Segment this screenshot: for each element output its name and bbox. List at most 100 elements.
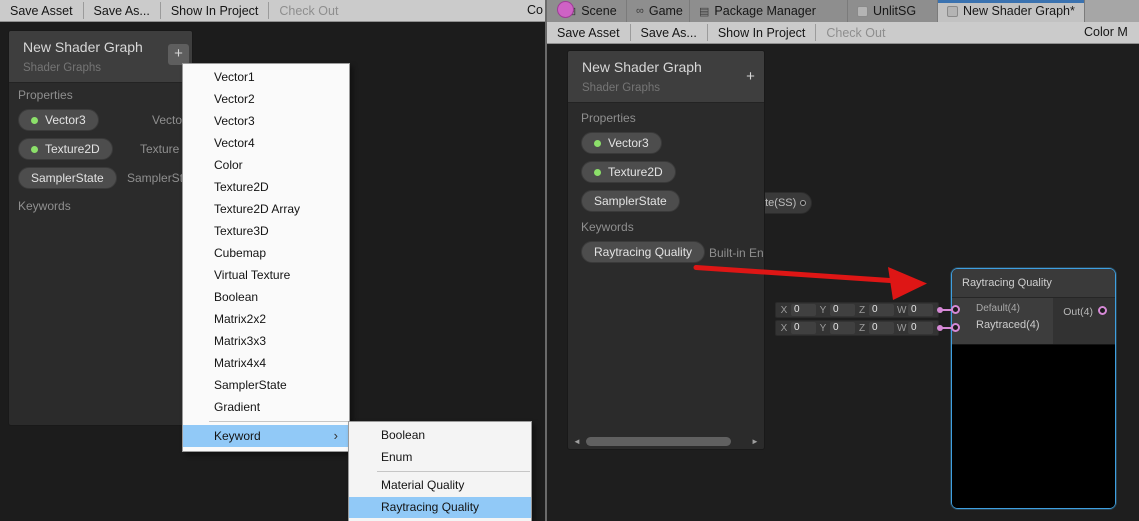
menu-item-boolean[interactable]: Boolean	[183, 286, 349, 308]
menu-item-vector1[interactable]: Vector1	[183, 66, 349, 88]
menu-item-gradient[interactable]: Gradient	[183, 396, 349, 418]
blackboard-title: New Shader Graph	[582, 59, 752, 75]
exposed-dot-icon	[594, 169, 601, 176]
check-out-button[interactable]: Check Out	[816, 22, 895, 43]
scrollbar-thumb[interactable]	[586, 437, 731, 446]
node-title: Raytracing Quality	[952, 269, 1115, 298]
raytracing-quality-node[interactable]: Raytracing Quality Default(4) Raytraced(…	[951, 268, 1116, 509]
menu-item-texture2d-array[interactable]: Texture2D Array	[183, 198, 349, 220]
color-mode-label-clipped: Color M	[1084, 22, 1128, 43]
save-asset-button[interactable]: Save Asset	[547, 22, 630, 43]
game-gamepad-icon: ∞	[636, 5, 644, 17]
color-mode-label-clipped: Co	[527, 0, 543, 21]
show-in-project-button[interactable]: Show In Project	[708, 22, 816, 43]
property-pill-texture2d[interactable]: Texture2D	[581, 161, 676, 183]
vector4-field-row-raytraced: X 0 Y 0 Z 0 W 0	[775, 320, 939, 336]
tab-package-manager[interactable]: ▤ Package Manager	[690, 0, 848, 22]
input-port-label-raytraced: Raytraced(4)	[976, 319, 1040, 331]
tab-unlitsg[interactable]: UnlitSG	[848, 0, 938, 22]
menu-item-cubemap[interactable]: Cubemap	[183, 242, 349, 264]
keywords-section-label: Keywords	[581, 220, 634, 234]
vector4-field-row-default: X 0 Y 0 Z 0 W 0	[775, 302, 939, 318]
w-input[interactable]: 0	[908, 322, 933, 334]
save-as-button[interactable]: Save As...	[84, 0, 160, 21]
property-pill-label: SamplerState	[594, 194, 667, 208]
y-input[interactable]: 0	[830, 304, 855, 316]
pink-cursor-dot	[557, 1, 574, 18]
shader-graph-asset-icon	[857, 6, 868, 17]
x-label: X	[780, 323, 788, 334]
keywords-section-label: Keywords	[18, 199, 71, 213]
tab-new-shader-graph[interactable]: New Shader Graph*	[938, 0, 1085, 22]
menu-item-matrix2x2[interactable]: Matrix2x2	[183, 308, 349, 330]
node-preview-area	[952, 345, 1115, 508]
left-blackboard-header: New Shader Graph Shader Graphs	[9, 31, 192, 83]
z-input[interactable]: 0	[869, 304, 894, 316]
property-pill-label: Vector3	[45, 113, 86, 127]
w-input[interactable]: 0	[908, 304, 933, 316]
submenu-item-raytracing-quality[interactable]: Raytracing Quality	[349, 497, 531, 519]
exposed-dot-icon	[31, 146, 38, 153]
z-label: Z	[858, 305, 866, 316]
tab-label: Package Manager	[714, 4, 815, 18]
menu-item-texture2d[interactable]: Texture2D	[183, 176, 349, 198]
tab-label: UnlitSG	[873, 4, 916, 18]
menu-item-vector3[interactable]: Vector3	[183, 110, 349, 132]
property-pill-texture2d[interactable]: Texture2D	[18, 138, 113, 160]
submenu-item-boolean[interactable]: Boolean	[349, 425, 531, 447]
menu-item-keyword[interactable]: Keyword ›	[183, 425, 349, 447]
z-input[interactable]: 0	[869, 322, 894, 334]
y-label: Y	[819, 323, 827, 334]
menu-item-virtual-texture[interactable]: Virtual Texture	[183, 264, 349, 286]
tab-label: New Shader Graph*	[963, 4, 1075, 18]
show-in-project-button[interactable]: Show In Project	[161, 0, 269, 21]
menu-item-color[interactable]: Color	[183, 154, 349, 176]
scroll-right-icon[interactable]: ►	[749, 437, 761, 446]
right-graph-canvas[interactable]: ate(SS) New Shader Graph Shader Graphs +…	[547, 44, 1139, 521]
submenu-item-enum[interactable]: Enum	[349, 447, 531, 469]
exposed-dot-icon	[31, 117, 38, 124]
menu-item-label: Keyword	[214, 425, 261, 447]
keyword-submenu: Boolean Enum Material Quality Raytracing…	[348, 421, 532, 521]
right-unity-window: ⊞ Scene ∞ Game ▤ Package Manager UnlitSG…	[545, 0, 1139, 521]
property-pill-samplerstate[interactable]: SamplerState	[581, 190, 680, 212]
y-input[interactable]: 0	[830, 322, 855, 334]
save-as-button[interactable]: Save As...	[631, 22, 707, 43]
menu-item-samplerstate[interactable]: SamplerState	[183, 374, 349, 396]
property-pill-vector3[interactable]: Vector3	[581, 132, 662, 154]
menu-item-matrix3x3[interactable]: Matrix3x3	[183, 330, 349, 352]
exposed-dot-icon	[594, 140, 601, 147]
x-input[interactable]: 0	[791, 304, 816, 316]
check-out-button[interactable]: Check Out	[269, 0, 348, 21]
node-ports-area: Default(4) Raytraced(4) Out(4)	[952, 298, 1115, 345]
input-port-label-default: Default(4)	[976, 303, 1020, 314]
output-port-icon[interactable]	[800, 200, 806, 206]
scrollbar-track[interactable]	[583, 436, 749, 446]
submenu-item-material-quality[interactable]: Material Quality	[349, 475, 531, 497]
keyword-pill-raytracing-quality[interactable]: Raytracing Quality	[581, 241, 705, 263]
property-pill-vector3[interactable]: Vector3	[18, 109, 99, 131]
tab-label: Game	[649, 4, 683, 18]
menu-item-texture3d[interactable]: Texture3D	[183, 220, 349, 242]
input-port-raytraced-icon[interactable]	[951, 323, 960, 332]
tab-bar: ⊞ Scene ∞ Game ▤ Package Manager UnlitSG…	[547, 0, 1139, 22]
menu-item-vector2[interactable]: Vector2	[183, 88, 349, 110]
input-port-default-icon[interactable]	[951, 305, 960, 314]
menu-item-vector4[interactable]: Vector4	[183, 132, 349, 154]
menu-item-matrix4x4[interactable]: Matrix4x4	[183, 352, 349, 374]
save-asset-button[interactable]: Save Asset	[0, 0, 83, 21]
property-pill-samplerstate[interactable]: SamplerState	[18, 167, 117, 189]
tab-game[interactable]: ∞ Game	[627, 0, 690, 22]
menu-separator	[209, 421, 348, 422]
right-toolbar: Save Asset Save As... Show In Project Ch…	[547, 22, 1139, 44]
property-pill-label: Texture2D	[45, 142, 100, 156]
tab-label: Scene	[581, 4, 616, 18]
right-blackboard-header: New Shader Graph Shader Graphs	[568, 51, 764, 103]
scroll-left-icon[interactable]: ◄	[571, 437, 583, 446]
left-toolbar: Save Asset Save As... Show In Project Ch…	[0, 0, 545, 22]
x-input[interactable]: 0	[791, 322, 816, 334]
screenshot-root: Save Asset Save As... Show In Project Ch…	[0, 0, 1139, 521]
add-property-button[interactable]: +	[168, 44, 189, 65]
output-port-out-icon[interactable]	[1098, 306, 1107, 315]
add-property-button[interactable]: +	[740, 67, 761, 88]
